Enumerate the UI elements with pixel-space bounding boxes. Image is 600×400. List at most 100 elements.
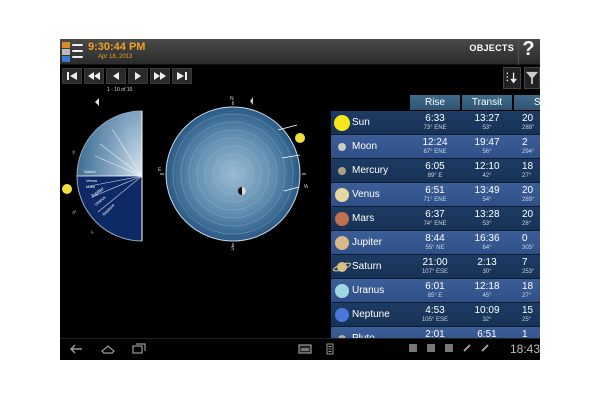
app-screen: 9:30:44 PM Apr 18, 2013 OBJECTS ? 1 - 10… <box>60 39 540 360</box>
top-bar: 9:30:44 PM Apr 18, 2013 OBJECTS ? <box>60 39 540 65</box>
download-notification-icon <box>427 344 435 352</box>
video-notification-icon <box>445 344 453 352</box>
rise-cell: 6:01 85° E <box>410 281 460 301</box>
set-direction: 289° <box>522 197 535 203</box>
transit-cell: 19:47 56° <box>462 137 512 157</box>
step-back-button[interactable] <box>106 68 126 84</box>
back-icon[interactable] <box>70 343 84 355</box>
column-set[interactable]: S <box>514 95 540 110</box>
transit-time: 13:28 <box>474 209 500 220</box>
play-button[interactable] <box>128 68 148 84</box>
set-direction: 28° <box>522 221 532 227</box>
dial-label-mars: Mars <box>86 184 95 189</box>
set-cell: 7 253° <box>514 257 540 277</box>
set-direction: 25° <box>522 317 532 323</box>
transit-time: 12:18 <box>474 281 500 292</box>
set-time: 0 <box>522 233 528 244</box>
rise-time: 8:44 <box>425 233 445 244</box>
screenshot-icon[interactable] <box>298 343 312 355</box>
menu-overflow-icon[interactable] <box>325 343 335 355</box>
transit-cell: 12:10 42° <box>462 161 512 181</box>
set-time: 20 <box>522 209 534 220</box>
app-icon <box>62 42 70 62</box>
table-row[interactable]: Venus 6:51 71° ENE 13:49 54° 20 289° <box>331 183 540 207</box>
compass-west: W <box>304 184 308 190</box>
status-bar-time: 18:43 <box>509 342 540 356</box>
object-name: Mars <box>352 213 375 224</box>
table-row[interactable]: Jupiter 8:44 55° NE 16:36 64° 0 305° <box>331 231 540 255</box>
table-row[interactable]: Mercury 6:05 89° E 12:10 42° 18 27° <box>331 159 540 183</box>
set-cell: 20 289° <box>514 185 540 205</box>
rise-direction: 85° E <box>427 293 443 299</box>
transit-time: 16:36 <box>474 233 500 244</box>
set-direction: 288° <box>522 125 535 131</box>
transit-cell: 2:13 30° <box>462 257 512 277</box>
transit-altitude: 32° <box>482 317 492 323</box>
step-back-icon <box>113 72 119 80</box>
set-direction: 27° <box>522 293 532 299</box>
current-time[interactable]: 9:30:44 PM <box>88 41 145 53</box>
home-icon[interactable] <box>100 343 116 355</box>
object-name: Venus <box>352 189 380 200</box>
table-row[interactable]: Moon 12:24 67° ENE 19:47 56° 2 294° <box>331 135 540 159</box>
transit-altitude: 56° <box>482 149 492 155</box>
recent-apps-icon[interactable] <box>132 343 146 355</box>
rewind-icon <box>88 72 100 80</box>
transit-cell: 12:18 45° <box>462 281 512 301</box>
moon-icon <box>338 143 346 151</box>
planet-symbol-icon <box>250 97 253 105</box>
skip-start-icon <box>67 72 77 80</box>
filter-button[interactable] <box>524 67 540 89</box>
table-row[interactable]: Sun 6:33 73° ENE 13:27 53° 20 288° <box>331 111 540 135</box>
transit-altitude: 30° <box>482 269 492 275</box>
table-row[interactable]: Mars 6:37 74° ENE 13:28 53° 20 28° <box>331 207 540 231</box>
horizon-half-dial[interactable]: Saturn Venus Mars Jupiter Uranus Neptune… <box>60 94 150 254</box>
transit-altitude: 64° <box>482 245 492 251</box>
sun-marker-icon <box>62 184 72 194</box>
transit-cell: 13:49 54° <box>462 185 512 205</box>
rise-time: 6:51 <box>425 185 445 196</box>
table-row[interactable]: Uranus 6:01 85° E 12:18 45° 18 27° <box>331 279 540 303</box>
column-rise[interactable]: Rise <box>410 95 460 110</box>
transit-cell: 13:28 53° <box>462 209 512 229</box>
filter-icon <box>525 71 539 85</box>
objects-button[interactable]: OBJECTS <box>469 43 514 53</box>
compass-south: S <box>231 246 235 250</box>
table-row[interactable]: Saturn 21:00 107° ESE 2:13 30° 7 253° <box>331 255 540 279</box>
sort-icon <box>506 72 517 84</box>
fast-forward-button[interactable] <box>150 68 170 84</box>
set-time: 20 <box>522 113 534 124</box>
rise-cell: 6:51 71° ENE <box>410 185 460 205</box>
skip-end-button[interactable] <box>172 68 192 84</box>
rise-time: 21:00 <box>422 257 448 268</box>
transit-time: 12:10 <box>474 161 500 172</box>
help-button[interactable]: ? <box>518 39 538 65</box>
rise-cell: 12:24 67° ENE <box>410 137 460 157</box>
rise-direction: 107° ESE <box>421 269 449 275</box>
table-row[interactable]: Neptune 4:53 105° ESE 10:09 32° 15 25° <box>331 303 540 327</box>
object-name: Saturn <box>352 261 382 272</box>
rewind-button[interactable] <box>84 68 104 84</box>
skip-end-icon <box>177 72 187 80</box>
jupiter-icon <box>335 236 349 250</box>
transit-cell: 13:27 53° <box>462 113 512 133</box>
rise-direction: 71° ENE <box>423 197 447 203</box>
rise-time: 12:24 <box>422 137 448 148</box>
moon-marker-icon <box>95 98 99 106</box>
set-cell: 18 27° <box>514 161 540 181</box>
rise-direction: 74° ENE <box>423 221 447 227</box>
rise-time: 6:01 <box>425 281 445 292</box>
column-transit[interactable]: Transit <box>462 95 512 110</box>
set-direction: 305° <box>522 245 535 251</box>
transit-altitude: 45° <box>482 293 492 299</box>
object-name: Moon <box>352 141 378 152</box>
sky-dome-chart[interactable]: N W E S <box>158 95 308 250</box>
rise-time: 6:05 <box>425 161 445 172</box>
menu-icon[interactable] <box>72 44 83 59</box>
sort-button[interactable] <box>503 67 521 89</box>
rise-direction: 89° E <box>427 173 443 179</box>
skip-start-button[interactable] <box>62 68 82 84</box>
page-indicator: 1 - 10 of 10 <box>107 87 133 93</box>
object-name: Sun <box>352 117 370 128</box>
gallery-notification-icon <box>409 344 417 352</box>
